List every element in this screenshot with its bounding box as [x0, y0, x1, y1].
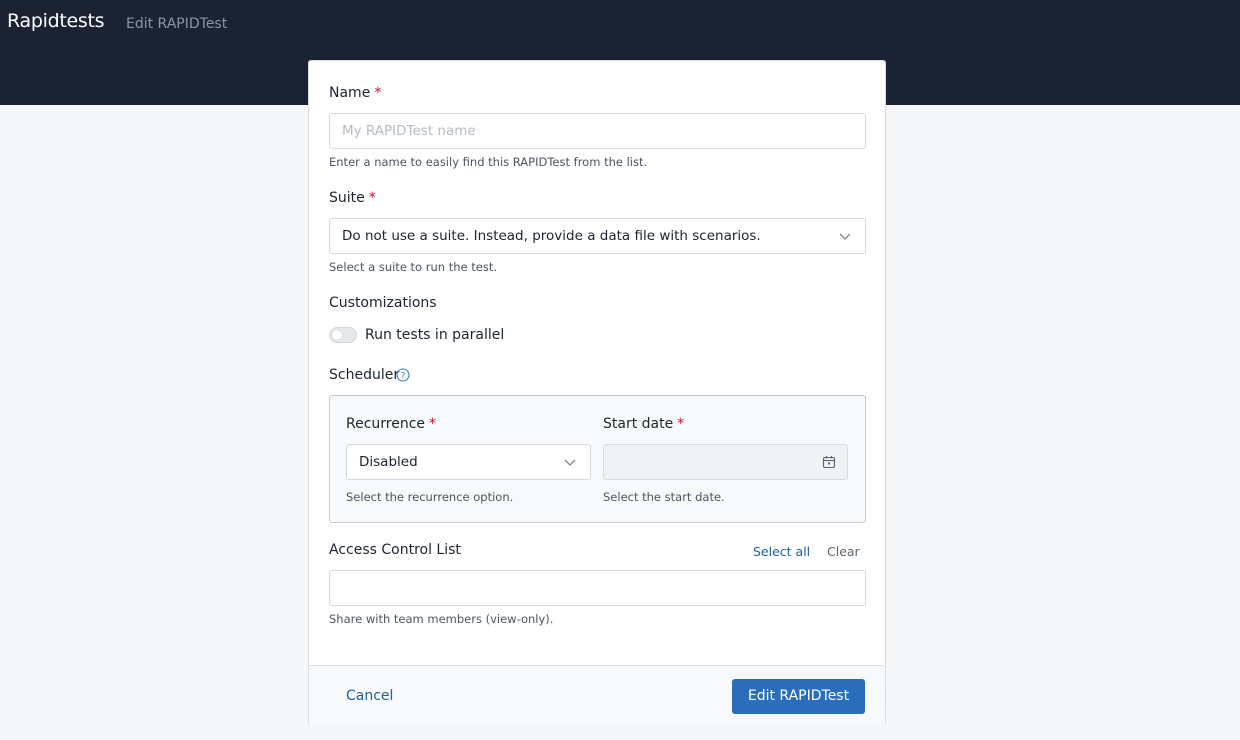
- name-label-text: Name: [329, 85, 371, 101]
- acl-input[interactable]: [329, 570, 866, 606]
- form-footer: Cancel Edit RAPIDTest: [309, 665, 885, 725]
- required-mark: *: [374, 85, 382, 101]
- recurrence-help: Select the recurrence option.: [346, 490, 514, 504]
- start-date-label-text: Start date: [603, 416, 674, 432]
- customizations-label: Customizations: [329, 295, 437, 311]
- suite-label: Suite *: [329, 190, 376, 206]
- acl-help: Share with team members (view-only).: [329, 612, 554, 626]
- recurrence-label-text: Recurrence: [346, 416, 426, 432]
- toggle-knob: [332, 330, 342, 340]
- start-date-help: Select the start date.: [603, 490, 725, 504]
- acl-label: Access Control List: [329, 542, 461, 558]
- clear-link[interactable]: Clear: [827, 544, 860, 559]
- recurrence-label: Recurrence *: [346, 416, 436, 432]
- question-circle-icon[interactable]: ?: [396, 368, 410, 382]
- name-input[interactable]: My RAPIDTest name: [329, 113, 866, 149]
- name-help: Enter a name to easily find this RAPIDTe…: [329, 155, 648, 169]
- svg-text:?: ?: [401, 372, 406, 382]
- scheduler-label: Scheduler: [329, 367, 400, 383]
- recurrence-select[interactable]: Disabled: [346, 444, 591, 480]
- name-label: Name *: [329, 85, 381, 101]
- suite-help: Select a suite to run the test.: [329, 260, 497, 274]
- edit-rapidtest-button[interactable]: Edit RAPIDTest: [732, 679, 865, 714]
- run-parallel-label[interactable]: Run tests in parallel: [365, 327, 504, 343]
- suite-select[interactable]: Do not use a suite. Instead, provide a d…: [329, 218, 866, 254]
- breadcrumb: Edit RAPIDTest: [126, 16, 228, 32]
- required-mark: *: [368, 190, 376, 206]
- cancel-button[interactable]: Cancel: [346, 688, 393, 704]
- app-brand[interactable]: Rapidtests: [7, 10, 105, 32]
- start-date-label: Start date *: [603, 416, 684, 432]
- scheduler-panel: Recurrence * Disabled Select the recurren…: [329, 395, 866, 523]
- chevron-down-icon: [564, 459, 576, 466]
- name-input-placeholder: My RAPIDTest name: [342, 123, 476, 139]
- run-parallel-toggle[interactable]: [329, 327, 357, 343]
- chevron-down-icon: [839, 233, 851, 240]
- recurrence-selected-value: Disabled: [359, 454, 418, 470]
- suite-selected-value: Do not use a suite. Instead, provide a d…: [342, 228, 761, 244]
- calendar-icon[interactable]: [822, 455, 836, 469]
- edit-form-card: Name * My RAPIDTest name Enter a name to …: [308, 60, 886, 725]
- start-date-input[interactable]: [603, 444, 848, 480]
- select-all-link[interactable]: Select all: [753, 544, 810, 559]
- required-mark: *: [429, 416, 437, 432]
- suite-label-text: Suite: [329, 190, 365, 206]
- required-mark: *: [677, 416, 685, 432]
